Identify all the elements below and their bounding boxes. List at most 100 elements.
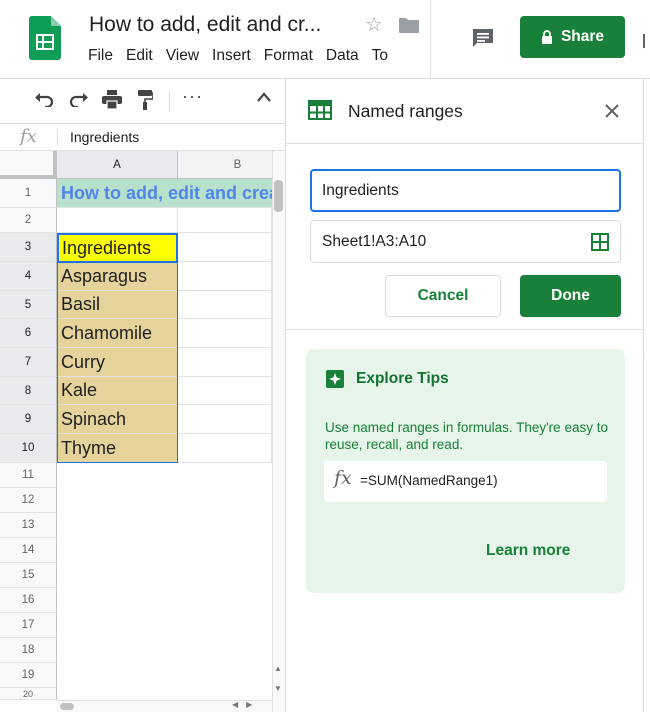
panel-divider	[286, 329, 644, 330]
formula-input[interactable]: Ingredients	[70, 129, 139, 145]
toolbar: ···	[0, 79, 285, 123]
title-cell[interactable]: How to add, edit and create named ranges	[57, 179, 272, 208]
paint-format-icon[interactable]	[137, 90, 153, 110]
cell-a8[interactable]: Kale	[57, 377, 178, 405]
lock-icon	[541, 30, 552, 44]
formula-bar-separator	[57, 129, 58, 145]
row-header[interactable]: 9	[0, 405, 57, 434]
close-icon[interactable]	[604, 103, 620, 119]
explore-sparkle-icon	[326, 370, 344, 388]
menu-file[interactable]: File	[88, 47, 113, 65]
range-reference-input[interactable]: Sheet1!A3:A10	[310, 220, 621, 263]
row-header[interactable]: 7	[0, 348, 57, 377]
range-name-input[interactable]: Ingredients	[310, 169, 621, 212]
cell-b3[interactable]	[178, 233, 272, 262]
cell-a5[interactable]: Basil	[57, 291, 178, 319]
row-header[interactable]: 3	[0, 233, 57, 262]
cell-a10[interactable]: Thyme	[57, 434, 178, 463]
header-divider	[430, 0, 431, 78]
cell-b4[interactable]	[178, 262, 272, 291]
fx-icon: fx	[20, 126, 37, 147]
cell-b2[interactable]	[178, 208, 272, 233]
chevron-up-icon[interactable]	[256, 91, 272, 103]
share-button[interactable]: Share	[520, 16, 625, 58]
toolbar-separator	[169, 92, 170, 112]
named-ranges-panel: Named ranges Ingredients Sheet1!A3:A10 C…	[285, 79, 644, 712]
column-header-b[interactable]: B	[178, 151, 272, 179]
cell-b10[interactable]	[178, 434, 272, 463]
vertical-scroll-thumb[interactable]	[274, 180, 283, 212]
print-icon[interactable]	[102, 90, 122, 109]
cancel-button[interactable]: Cancel	[385, 275, 501, 317]
select-all-corner[interactable]	[0, 151, 57, 179]
cell-b9[interactable]	[178, 405, 272, 434]
menu-edit[interactable]: Edit	[126, 47, 153, 65]
row-header[interactable]: 2	[0, 208, 57, 233]
horizontal-scroll-thumb[interactable]	[60, 703, 74, 710]
vertical-scrollbar[interactable]	[272, 151, 285, 712]
cell-a6[interactable]: Chamomile	[57, 319, 178, 348]
row-header[interactable]: 16	[0, 588, 57, 613]
row-header[interactable]: 15	[0, 563, 57, 588]
row-header[interactable]: 4	[0, 262, 57, 291]
menu-format[interactable]: Format	[264, 47, 313, 65]
row-header[interactable]: 13	[0, 513, 57, 538]
example-formula: =SUM(NamedRange1)	[360, 473, 498, 488]
row-header[interactable]: 20	[0, 688, 57, 700]
cell-a9[interactable]: Spinach	[57, 405, 178, 434]
cell-b8[interactable]	[178, 377, 272, 405]
range-reference-value: Sheet1!A3:A10	[322, 232, 427, 250]
menu-insert[interactable]: Insert	[212, 47, 251, 65]
menu-view[interactable]: View	[166, 47, 199, 65]
sheets-table-icon	[308, 100, 332, 120]
formula-bar: fx Ingredients	[0, 123, 285, 151]
redo-icon[interactable]	[69, 93, 89, 107]
row-header[interactable]: 6	[0, 319, 57, 348]
done-button[interactable]: Done	[520, 275, 621, 317]
row-header[interactable]: 8	[0, 377, 57, 405]
undo-icon[interactable]	[34, 93, 54, 107]
cell-b6[interactable]	[178, 319, 272, 348]
panel-right-border	[643, 79, 644, 712]
scroll-up-icon[interactable]: ▲	[274, 664, 282, 673]
row-header[interactable]: 1	[0, 179, 57, 208]
row-header[interactable]: 12	[0, 488, 57, 513]
row-header[interactable]: 19	[0, 663, 57, 688]
star-icon[interactable]: ☆	[365, 13, 383, 37]
cell-b7[interactable]	[178, 348, 272, 377]
learn-more-link[interactable]: Learn more	[486, 542, 570, 560]
column-header-a[interactable]: A	[57, 151, 178, 179]
row-header[interactable]: 18	[0, 638, 57, 663]
menu-tools[interactable]: To	[372, 47, 388, 65]
range-name-value: Ingredients	[322, 181, 399, 199]
document-title[interactable]: How to add, edit and cr...	[89, 13, 321, 37]
sheets-logo-icon[interactable]	[29, 16, 61, 60]
row-header[interactable]: 14	[0, 538, 57, 563]
share-label: Share	[560, 28, 605, 45]
more-options-icon[interactable]: ···	[182, 86, 203, 107]
select-range-grid-icon[interactable]	[591, 233, 609, 251]
tips-text: Use named ranges in formulas. They're ea…	[325, 420, 608, 452]
cell-a4[interactable]: Asparagus	[57, 262, 178, 291]
menu-data[interactable]: Data	[326, 47, 359, 65]
tips-title: Explore Tips	[356, 370, 449, 387]
scroll-arrows-icon[interactable]: ◀▶	[232, 700, 260, 709]
spreadsheet-grid[interactable]: A B 1 2 3 4 5 6 7 8 9 10 11 12 13 14 15 …	[0, 151, 272, 712]
row-header[interactable]: 10	[0, 434, 57, 463]
row-header[interactable]: 11	[0, 463, 57, 488]
fx-icon: fx	[334, 467, 352, 489]
app-header: How to add, edit and cr... ☆ File Edit Vie…	[0, 0, 650, 78]
folder-icon[interactable]	[398, 17, 420, 34]
comment-icon[interactable]	[471, 27, 495, 49]
row-header[interactable]: 17	[0, 613, 57, 638]
active-cell-a3[interactable]: Ingredients	[57, 233, 178, 263]
panel-header: Named ranges	[286, 79, 644, 144]
cell-a7[interactable]: Curry	[57, 348, 178, 377]
menu-bar: File Edit View Insert Format Data To	[88, 47, 434, 67]
active-cell-text: Ingredients	[62, 238, 152, 258]
scroll-down-icon[interactable]: ▼	[274, 684, 282, 693]
cell-a2[interactable]	[57, 208, 178, 233]
account-edge	[643, 34, 645, 48]
cell-b5[interactable]	[178, 291, 272, 319]
row-header[interactable]: 5	[0, 291, 57, 319]
